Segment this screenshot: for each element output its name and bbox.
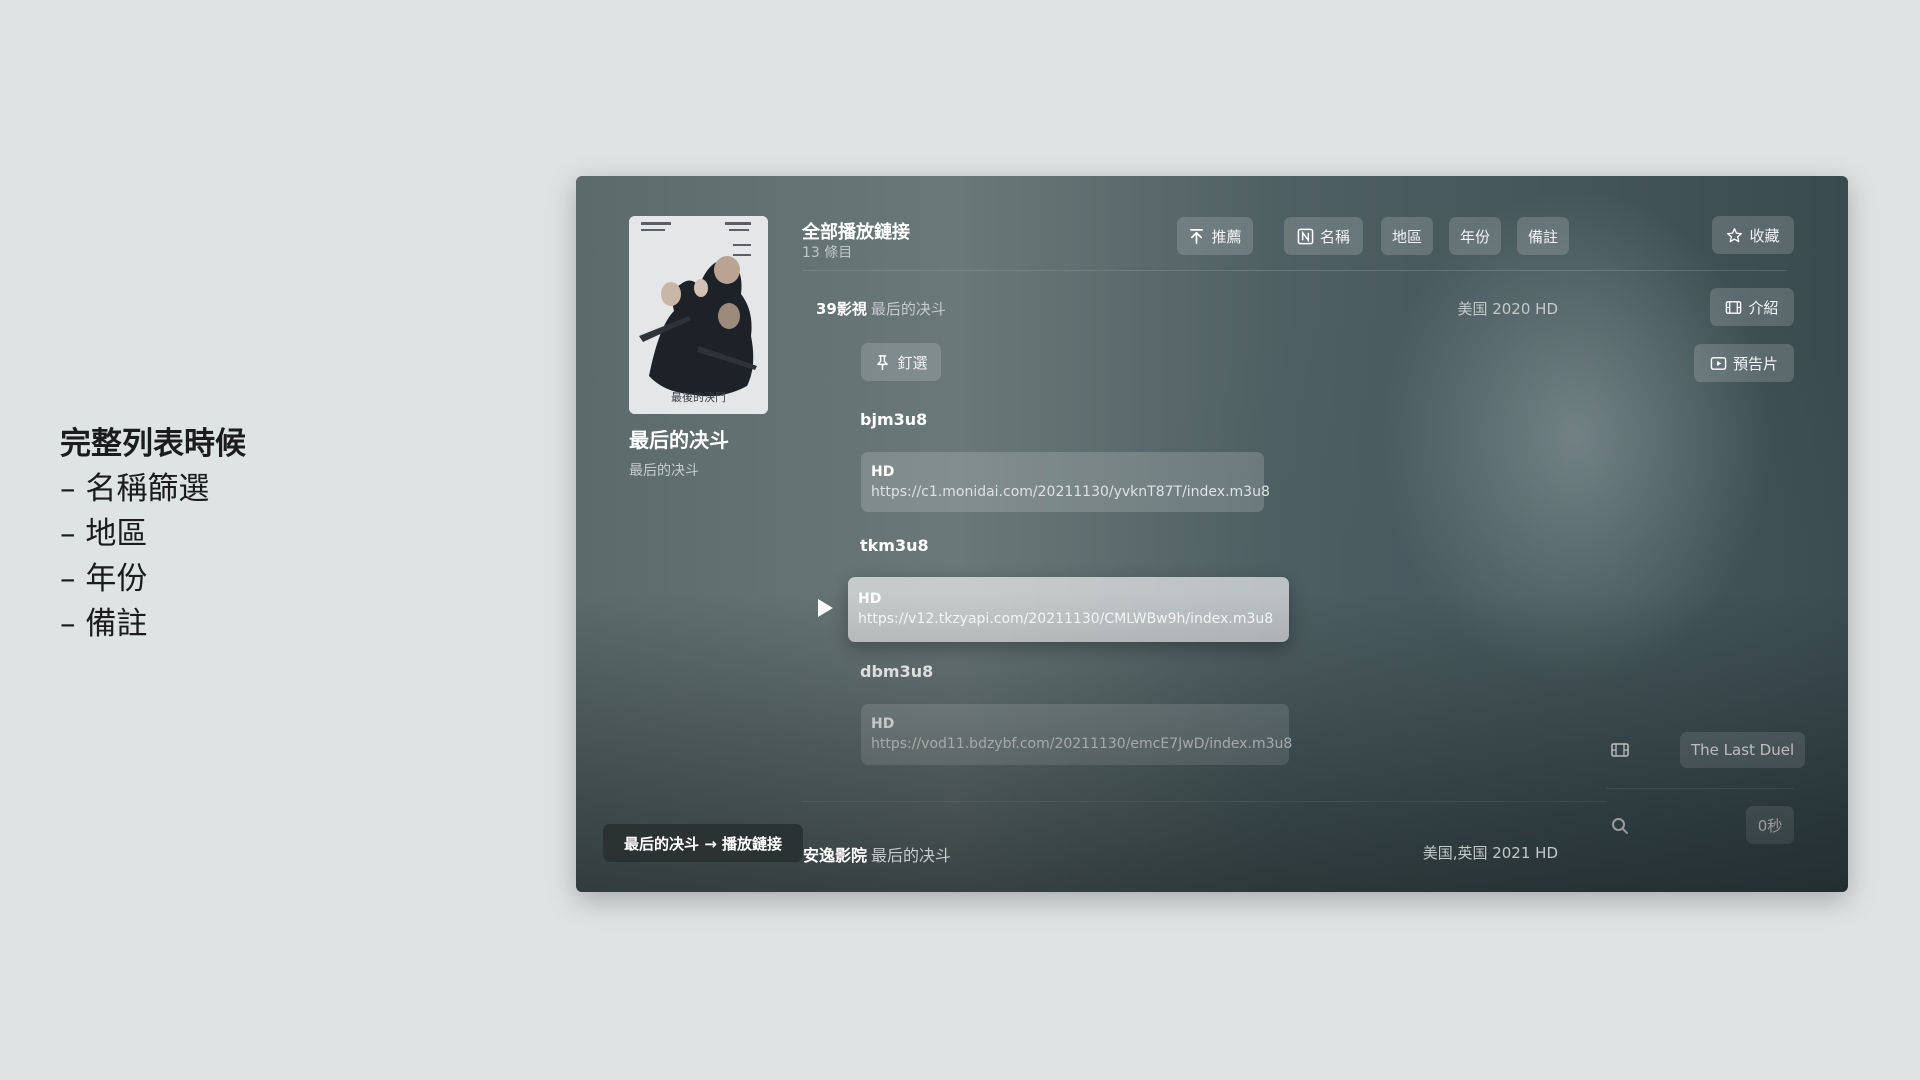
trailer-button[interactable]: 預告片: [1694, 344, 1794, 382]
time-badge: 0秒: [1746, 806, 1794, 844]
favorite-label: 收藏: [1749, 226, 1780, 245]
play-link-card[interactable]: HD https://vod11.bdzybf.com/20211130/emc…: [861, 704, 1293, 765]
group-label: tkm3u8: [860, 536, 929, 555]
favorite-button[interactable]: 收藏: [1712, 216, 1794, 254]
name-filter-label: 名稱: [1319, 227, 1350, 246]
list-title: 全部播放鏈接: [802, 222, 910, 243]
poster-image: [629, 216, 768, 414]
trailer-label: 預告片: [1732, 354, 1778, 373]
notes-item: – 地區: [60, 516, 148, 552]
name-filter-button[interactable]: 名稱: [1284, 217, 1363, 255]
arrow-up-icon: [1190, 228, 1204, 244]
play-link-card[interactable]: HD https://c1.monidai.com/20211130/yvknT…: [861, 452, 1270, 512]
list-count: 13 條目: [802, 245, 853, 261]
play-link-card-focused[interactable]: HD https://v12.tkzyapi.com/20211130/CMLW…: [848, 577, 1289, 642]
original-title-badge: The Last Duel: [1680, 732, 1806, 768]
movie-subtitle: 最后的决斗: [629, 463, 699, 479]
film-icon: [1726, 300, 1742, 314]
group-label: bjm3u8: [860, 410, 928, 429]
note-filter-button[interactable]: 備註: [1517, 217, 1569, 255]
movie-title: 最后的决斗: [629, 428, 729, 452]
source-row[interactable]: 39影視 最后的决斗: [816, 298, 946, 319]
header-divider: [802, 270, 1787, 271]
next-source-row[interactable]: 安逸影院 最后的决斗: [803, 842, 951, 866]
link-quality: HD: [871, 716, 895, 732]
next-source-name: 安逸影院: [803, 846, 868, 865]
recommend-filter-label: 推薦: [1211, 227, 1242, 246]
pin-icon: [877, 354, 889, 370]
source-name: 39影視: [816, 300, 867, 318]
notes-panel: 完整列表時候 – 名稱篩選 – 地區 – 年份 – 備註: [60, 422, 246, 647]
side-divider: [1606, 788, 1794, 789]
next-source-meta: 美国,英国 2021 HD: [1422, 844, 1558, 862]
link-quality: HD: [871, 464, 895, 480]
intro-button[interactable]: 介紹: [1710, 288, 1794, 326]
link-url: https://c1.monidai.com/20211130/yvknT87T…: [871, 484, 1270, 500]
pin-button[interactable]: 釘選: [861, 343, 941, 381]
notes-item: – 年份: [60, 561, 148, 597]
link-url: https://vod11.bdzybf.com/20211130/emcE7J…: [871, 736, 1293, 752]
region-filter-button[interactable]: 地區: [1381, 217, 1433, 255]
group-label: dbm3u8: [860, 662, 934, 681]
pin-label: 釘選: [897, 353, 928, 372]
year-filter-button[interactable]: 年份: [1449, 217, 1501, 255]
recommend-filter-button[interactable]: 推薦: [1177, 217, 1253, 255]
notes-item: – 名稱篩選: [60, 471, 210, 507]
list-divider: [802, 801, 1607, 802]
link-url: https://v12.tkzyapi.com/20211130/CMLWBw9…: [858, 611, 1274, 627]
app-window: 最後的決鬥 最后的决斗 最后的决斗 全部播放鏈接 13 條目 推薦 名稱 地區 …: [576, 176, 1848, 892]
notes-item: – 備註: [60, 606, 148, 642]
notes-title: 完整列表時候: [60, 426, 246, 462]
link-quality: HD: [858, 591, 882, 607]
source-title: 最后的决斗: [870, 300, 946, 318]
region-filter-label: 地區: [1391, 227, 1422, 246]
note-filter-label: 備註: [1527, 227, 1558, 246]
breadcrumb-toast: 最后的决斗 → 播放鏈接: [603, 824, 804, 862]
source-meta: 美国 2020 HD: [1457, 300, 1558, 318]
letter-n-icon: [1297, 228, 1314, 244]
intro-label: 介紹: [1748, 298, 1779, 317]
star-icon: [1727, 227, 1743, 242]
year-filter-label: 年份: [1459, 227, 1490, 246]
play-rectangle-icon: [1710, 356, 1727, 370]
search-icon[interactable]: [1610, 816, 1630, 836]
movie-poster[interactable]: 最後的決鬥: [629, 216, 768, 414]
poster-caption: 最後的決鬥: [671, 391, 726, 404]
play-icon: [818, 599, 833, 617]
film-icon: [1611, 743, 1629, 757]
next-source-title: 最后的决斗: [871, 846, 952, 865]
